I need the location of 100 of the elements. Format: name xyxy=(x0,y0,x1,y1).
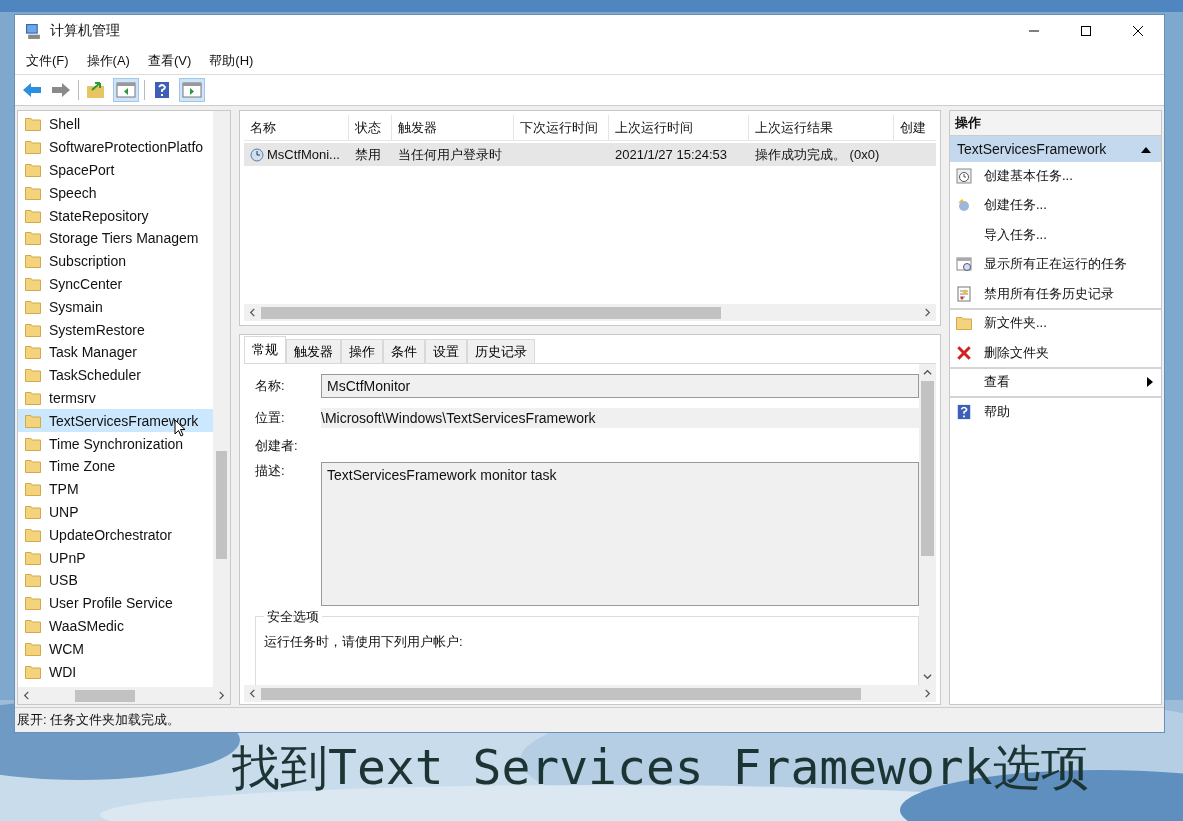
tab[interactable]: 触发器 xyxy=(286,339,341,363)
tree-item[interactable]: SystemRestore xyxy=(18,318,213,341)
action-item[interactable]: 创建基本任务... xyxy=(950,162,1161,192)
field-label: 描述: xyxy=(255,462,286,480)
pane-toggle-icon[interactable] xyxy=(179,78,205,102)
folder-icon xyxy=(25,482,41,497)
folder-icon xyxy=(25,185,41,200)
action-item[interactable]: 导入任务... xyxy=(950,221,1161,251)
field-label: 名称: xyxy=(255,377,286,395)
tree-item[interactable]: USB xyxy=(18,568,213,592)
tree-item[interactable]: TPM xyxy=(18,477,213,501)
tree-item[interactable]: termsrv xyxy=(18,386,213,410)
tree-item[interactable]: Shell xyxy=(18,113,213,136)
section-header[interactable]: TextServicesFramework xyxy=(950,136,1161,162)
menu-item[interactable]: 操作(A) xyxy=(86,51,130,70)
tree-item[interactable]: SpacePort xyxy=(18,158,213,182)
action-item[interactable]: 查看 xyxy=(950,368,1161,398)
close-icon[interactable] xyxy=(1132,25,1144,37)
folder-icon xyxy=(25,254,41,269)
clock-icon xyxy=(956,197,972,214)
tree-item[interactable]: SoftwareProtectionPlatfo xyxy=(18,135,213,159)
folder-icon xyxy=(25,527,41,542)
tree-item[interactable]: User Profile Service xyxy=(18,591,213,615)
tree-item[interactable]: UPnP xyxy=(18,546,213,569)
folder-icon xyxy=(25,436,41,451)
action-item[interactable]: 帮助 xyxy=(950,398,1161,428)
table-cell: 禁用 xyxy=(355,145,381,164)
tree-item[interactable]: Subscription xyxy=(18,249,213,273)
task-row[interactable]: MsCtfMoni... 禁用 当任何用户登录时 2021/1/27 15:24:53 操作成功完成。 (0x0) xyxy=(244,143,936,166)
tree-item[interactable]: Time Synchronization xyxy=(18,432,213,455)
folder-icon xyxy=(25,641,41,656)
action-item[interactable]: 显示所有正在运行的任务 xyxy=(950,250,1161,280)
tree-item[interactable]: WaaSMedic xyxy=(18,614,213,638)
action-item[interactable]: 新文件夹... xyxy=(950,309,1161,339)
tree-item[interactable]: SyncCenter xyxy=(18,272,213,296)
folder-icon xyxy=(25,504,41,519)
vertical-scrollbar[interactable] xyxy=(213,111,230,687)
panel-title: 操作 xyxy=(950,111,1161,136)
folder-icon xyxy=(25,140,41,155)
window-clock-icon xyxy=(956,256,972,273)
horizontal-scrollbar[interactable] xyxy=(244,685,936,702)
tree-item[interactable]: TaskScheduler xyxy=(18,363,213,387)
field-label: 创建者: xyxy=(255,437,299,455)
folder-icon xyxy=(25,368,41,383)
tree-item[interactable]: Time Zone xyxy=(18,454,213,478)
pane-toggle-icon[interactable] xyxy=(113,78,139,102)
folder-icon xyxy=(25,117,41,132)
tree-item[interactable]: Task Manager xyxy=(18,340,213,364)
action-item[interactable]: 创建任务... xyxy=(950,191,1161,221)
window-title: 计算机管理 xyxy=(50,22,120,40)
tree-item[interactable]: WCM xyxy=(18,637,213,661)
location-value: \Microsoft\Windows\TextServicesFramework xyxy=(321,408,919,428)
table-cell: 操作成功完成。 (0x0) xyxy=(755,145,880,164)
folder-icon xyxy=(25,618,41,633)
tree-item[interactable]: Storage Tiers Managem xyxy=(18,227,213,250)
tree-item[interactable]: WDI xyxy=(18,660,213,683)
tree-item[interactable]: UpdateOrchestrator xyxy=(18,523,213,547)
tree-item[interactable]: UNP xyxy=(18,500,213,524)
description-field[interactable]: TextServicesFramework monitor task xyxy=(321,462,919,606)
horizontal-scrollbar[interactable] xyxy=(244,304,936,321)
action-item[interactable]: 删除文件夹 xyxy=(950,339,1161,369)
folder-icon xyxy=(25,163,41,177)
menu-item[interactable]: 查看(V) xyxy=(147,51,192,70)
menu-item[interactable]: 帮助(H) xyxy=(209,51,254,70)
column-header[interactable]: 下次运行时间 xyxy=(514,115,609,140)
folder-icon xyxy=(25,299,41,314)
folder-icon xyxy=(25,208,41,223)
status-text: 展开: 任务文件夹加载完成。 xyxy=(17,711,181,729)
folder-icon xyxy=(956,315,972,332)
column-header[interactable]: 名称 xyxy=(244,115,349,140)
menu-item[interactable]: 文件(F) xyxy=(26,51,69,70)
vertical-scrollbar[interactable] xyxy=(919,364,936,685)
tab[interactable]: 历史记录 xyxy=(467,339,535,363)
tree-item[interactable]: StateRepository xyxy=(18,204,213,227)
action-item[interactable]: 禁用所有任务历史记录 xyxy=(950,280,1161,310)
computer-icon xyxy=(25,22,42,40)
tab[interactable]: 常规 xyxy=(244,336,286,363)
folder-icon xyxy=(25,231,41,246)
column-header[interactable]: 上次运行结果 xyxy=(749,115,894,140)
tab[interactable]: 操作 xyxy=(341,339,383,363)
horizontal-scrollbar[interactable] xyxy=(18,687,230,704)
tree-item[interactable]: Speech xyxy=(18,181,213,205)
folder-icon xyxy=(25,390,41,405)
folder-icon xyxy=(25,596,41,611)
folder-icon xyxy=(25,459,41,474)
column-header[interactable]: 状态 xyxy=(349,115,392,140)
tree-item[interactable]: Sysmain xyxy=(18,295,213,319)
column-header[interactable]: 上次运行时间 xyxy=(609,115,749,140)
clock-icon xyxy=(250,147,264,162)
folder-icon xyxy=(25,276,41,291)
tab[interactable]: 设置 xyxy=(425,339,467,363)
maximize-icon[interactable] xyxy=(1080,25,1092,37)
folder-icon xyxy=(25,573,41,588)
tree-item[interactable]: TextServicesFramework xyxy=(18,409,213,433)
table-cell: 当任何用户登录时 xyxy=(398,145,502,164)
folder-icon xyxy=(25,322,41,337)
field-label: 位置: xyxy=(255,409,286,427)
name-field[interactable]: MsCtfMonitor xyxy=(321,374,919,398)
tab[interactable]: 条件 xyxy=(383,339,425,363)
column-header[interactable]: 触发器 xyxy=(392,115,514,140)
